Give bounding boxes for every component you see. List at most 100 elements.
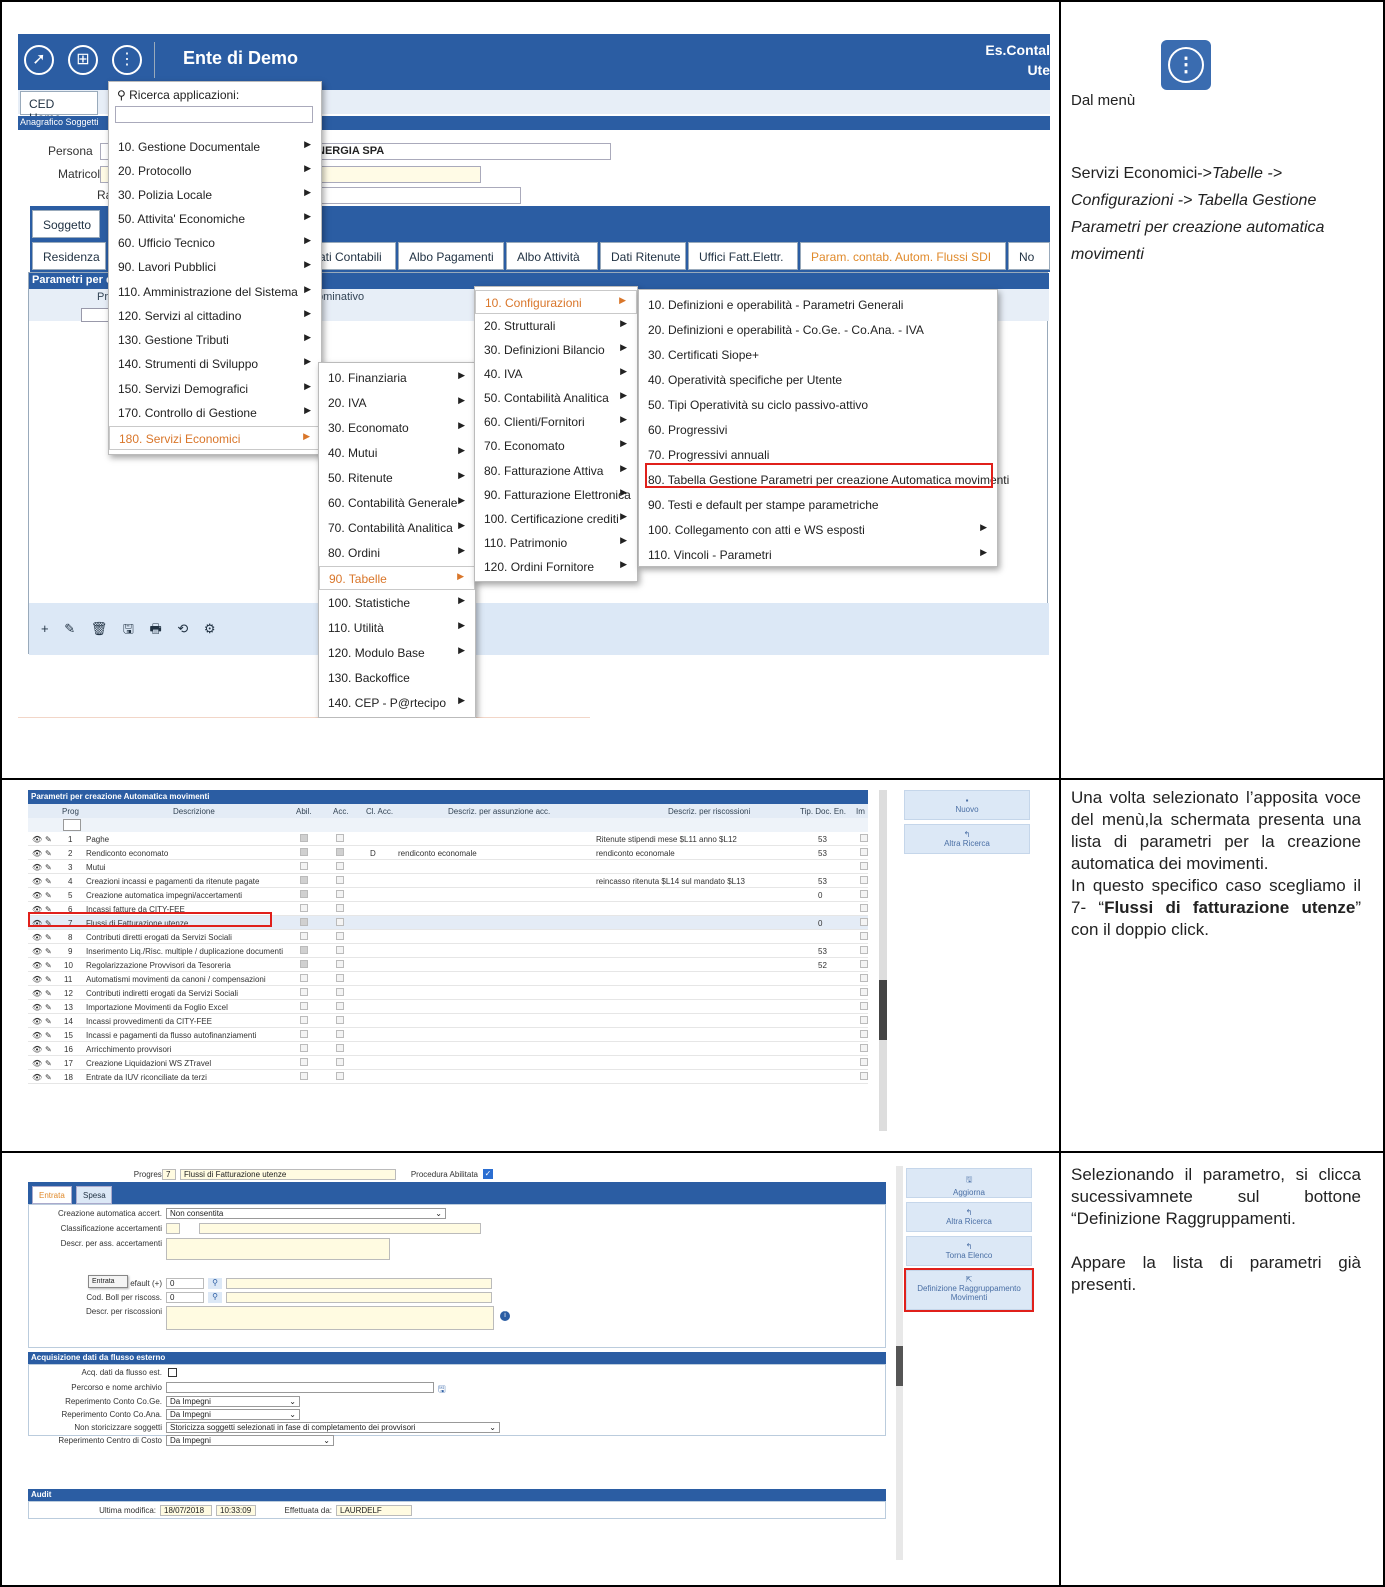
menu-item[interactable]: 120. Modulo Base ▶ <box>319 641 475 665</box>
subtab-uffici-fatt[interactable]: Uffici Fatt.Elettr. <box>688 242 798 270</box>
edit-icon[interactable]: ✎ <box>45 877 52 886</box>
menu-item-configurazioni[interactable]: 10. Configurazioni ▶ <box>475 290 637 314</box>
menu-item[interactable]: 20. Protocollo ▶ <box>109 159 321 183</box>
table-row[interactable]: 👁 ✎ 4 Creazioni incassi e pagamenti da rite… <box>28 874 868 888</box>
table-row[interactable]: 👁 ✎ 11 Automatismi movimenti da canoni / co… <box>28 972 868 986</box>
classificazione-desc[interactable] <box>199 1223 481 1234</box>
menu-item[interactable]: 70. Economato ▶ <box>475 434 637 458</box>
menu-item[interactable]: 20. Definizioni e operabilità - Co.Ge. -… <box>639 318 997 342</box>
menu-item[interactable]: 90. Testi e default per stampe parametri… <box>639 493 997 517</box>
subtab-dati-ritenute[interactable]: Dati Ritenute <box>600 242 686 270</box>
menu-item-tabelle[interactable]: 90. Tabelle ▶ <box>319 566 475 590</box>
default-desc[interactable] <box>226 1278 492 1289</box>
table-row[interactable]: 👁 ✎ 17 Creazione Liquidazioni WS ZTravel <box>28 1056 868 1070</box>
view-icon[interactable]: 👁 <box>32 877 42 886</box>
menu-item[interactable]: 50. Tipi Operatività su ciclo passivo-at… <box>639 393 997 417</box>
view-icon[interactable]: 👁 <box>32 975 42 984</box>
menu-item[interactable]: 140. Strumenti di Sviluppo ▶ <box>109 352 321 376</box>
default-field[interactable]: 0 <box>166 1278 204 1289</box>
menu-item[interactable]: 100. Certificazione crediti ▶ <box>475 507 637 531</box>
altra-ricerca-button[interactable]: ↰ Altra Ricerca <box>904 824 1030 854</box>
info-icon[interactable]: i <box>500 1311 510 1321</box>
scrollbar-track[interactable] <box>879 790 887 1131</box>
menu-item[interactable]: 40. IVA ▶ <box>475 362 637 386</box>
edit-icon[interactable]: ✎ <box>45 1003 52 1012</box>
apps-grid-icon[interactable]: ⊞ <box>68 45 98 75</box>
nuovo-button[interactable]: ▪ Nuovo <box>904 790 1030 820</box>
menu-item[interactable]: 10. Gestione Documentale ▶ <box>109 135 321 159</box>
menu-item[interactable]: 110. Amministrazione del Sistema ▶ <box>109 280 321 304</box>
menu-item[interactable]: 120. Servizi al cittadino ▶ <box>109 304 321 328</box>
table-row[interactable]: 👁 ✎ 16 Arricchimento provvisori <box>28 1042 868 1056</box>
panel-toolbar[interactable]: + ✎ 🗑 🖫 🖶 ⟲ ⚙ <box>29 603 1049 655</box>
cdc-select[interactable]: Da Impegni ⌄ <box>166 1435 334 1446</box>
ra-field[interactable] <box>313 187 521 204</box>
scrollbar-thumb[interactable] <box>896 1346 903 1386</box>
cog-select[interactable]: Da Impegni ⌄ <box>166 1396 300 1407</box>
scrollbar-thumb[interactable] <box>879 980 887 1040</box>
edit-icon[interactable]: ✎ <box>45 891 52 900</box>
menu-item[interactable]: 50. Ritenute ▶ <box>319 466 475 490</box>
menu-item[interactable]: 40. Operatività specifiche per Utente <box>639 368 997 392</box>
menu-item[interactable]: 40. Mutui ▶ <box>319 441 475 465</box>
menu-item[interactable]: 140. CEP - P@rtecipo ▶ <box>319 691 475 715</box>
table-row[interactable]: 👁 ✎ 8 Contributi diretti erogati da Servizi… <box>28 930 868 944</box>
menu-item[interactable]: 80. Ordini ▶ <box>319 541 475 565</box>
tab-soggetto[interactable]: Soggetto <box>32 210 100 238</box>
menu-item[interactable]: 50. Attivita' Economiche ▶ <box>109 207 321 231</box>
menu-item[interactable]: 80. Fatturazione Attiva ▶ <box>475 459 637 483</box>
edit-icon[interactable]: ✎ <box>45 863 52 872</box>
tab-entrata[interactable]: Entrata <box>32 1186 72 1204</box>
search-icon[interactable]: ⚲ <box>208 1278 222 1289</box>
search-icon[interactable]: ⚲ <box>208 1292 222 1303</box>
progressivo-field[interactable]: 7 <box>162 1169 176 1180</box>
cod-boll-desc[interactable] <box>226 1292 492 1303</box>
menu-item[interactable]: 50. Contabilità Analitica ▶ <box>475 386 637 410</box>
view-icon[interactable]: 👁 <box>32 863 42 872</box>
edit-icon[interactable]: ✎ <box>45 1031 52 1040</box>
menu-item[interactable]: 130. Backoffice <box>319 666 475 690</box>
edit-icon[interactable]: ✎ <box>45 1073 52 1082</box>
menu-item[interactable]: 30. Economato ▶ <box>319 416 475 440</box>
menu-item[interactable]: 90. Lavori Pubblici ▶ <box>109 255 321 279</box>
edit-icon[interactable]: ✎ <box>45 835 52 844</box>
menu-item[interactable]: 110. Utilità ▶ <box>319 616 475 640</box>
menu-item[interactable]: 120. Ordini Fornitore ▶ <box>475 555 637 579</box>
view-icon[interactable]: 👁 <box>32 989 42 998</box>
table-row[interactable]: 👁 ✎ 3 Mutui <box>28 860 868 874</box>
menu-item[interactable]: 10. Finanziaria ▶ <box>319 366 475 390</box>
table-row[interactable]: 👁 ✎ 18 Entrate da IUV riconciliate da terzi <box>28 1070 868 1084</box>
coana-select[interactable]: Da Impegni ⌄ <box>166 1409 300 1420</box>
edit-icon[interactable]: ✎ <box>45 1059 52 1068</box>
edit-icon[interactable]: ✎ <box>45 933 52 942</box>
view-icon[interactable]: 👁 <box>32 1017 42 1026</box>
tab-ced-home[interactable]: CED Home <box>20 91 98 125</box>
nonstor-select[interactable]: Storicizza soggetti selezionati in fase … <box>166 1422 500 1433</box>
creazione-select[interactable]: Non consentita ⌄ <box>166 1208 446 1219</box>
view-icon[interactable]: 👁 <box>32 933 42 942</box>
acq-checkbox[interactable] <box>168 1368 177 1377</box>
edit-icon[interactable]: ✎ <box>45 1045 52 1054</box>
edit-icon[interactable]: ✎ <box>45 961 52 970</box>
view-icon[interactable]: 👁 <box>32 961 42 970</box>
edit-icon[interactable]: ✎ <box>45 849 52 858</box>
table-row[interactable]: 👁 ✎ 14 Incassi provvedimenti da CITY-FEE <box>28 1014 868 1028</box>
menu-item[interactable]: 60. Contabilità Generale ▶ <box>319 491 475 515</box>
filter-input[interactable] <box>63 819 81 831</box>
menu-item[interactable]: 60. Clienti/Fornitori ▶ <box>475 410 637 434</box>
persona-name-field[interactable]: NERGIA SPA <box>313 143 611 160</box>
menu-item[interactable]: 100. Statistiche ▶ <box>319 591 475 615</box>
table-row[interactable]: 👁 ✎ 10 Regolarizzazione Provvisori da Tesor… <box>28 958 868 972</box>
menu-item[interactable]: 10. Definizioni e operabilità - Parametr… <box>639 293 997 317</box>
table-row[interactable]: 👁 ✎ 5 Creazione automatica impegni/accertam… <box>28 888 868 902</box>
menu-item-servizi-economici[interactable]: 180. Servizi Economici ▶ <box>109 426 321 450</box>
table-row[interactable]: 👁 ✎ 13 Importazione Movimenti da Foglio Exc… <box>28 1000 868 1014</box>
menu-item[interactable]: 110. Patrimonio ▶ <box>475 531 637 555</box>
table-row[interactable]: 👁 ✎ 1 Paghe Ritenute stipendi mese $L11 anno… <box>28 832 868 846</box>
rocket-icon[interactable]: ➚ <box>24 45 54 75</box>
descr-risc-textarea[interactable] <box>166 1306 494 1330</box>
descrizione-field[interactable]: Flussi di Fatturazione utenze <box>180 1169 396 1180</box>
matricola-extra-field[interactable] <box>313 166 481 183</box>
menu-item[interactable]: 30. Polizia Locale ▶ <box>109 183 321 207</box>
menu-item[interactable]: 30. Definizioni Bilancio ▶ <box>475 338 637 362</box>
